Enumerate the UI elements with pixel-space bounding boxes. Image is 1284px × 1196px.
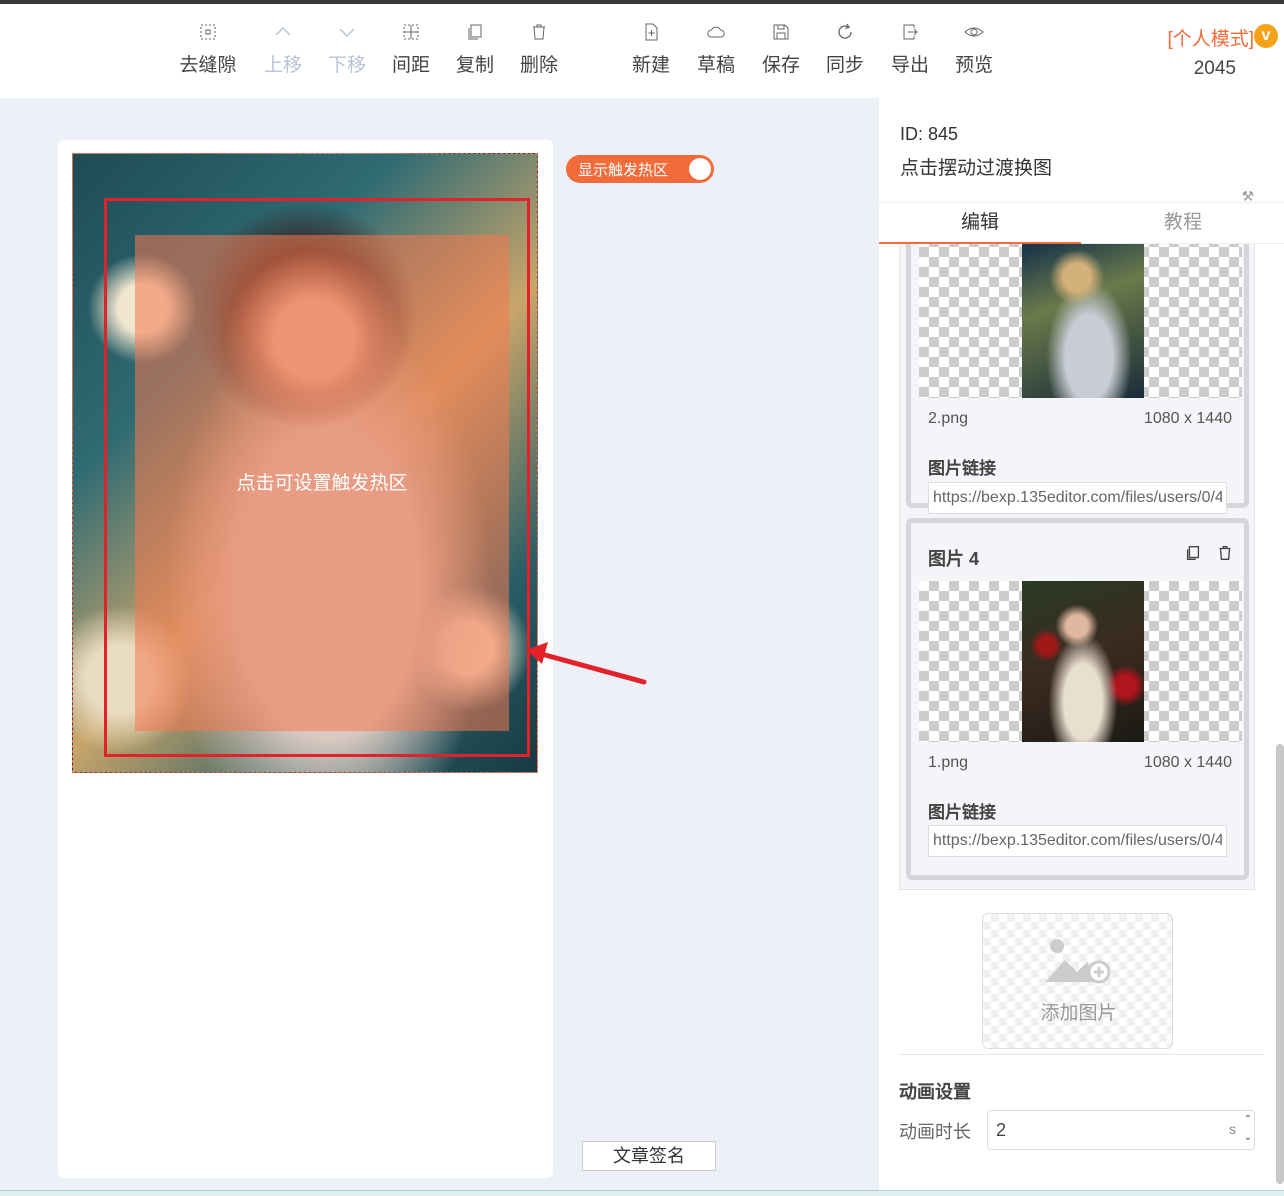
cloud-icon	[684, 22, 748, 48]
export-icon	[878, 22, 942, 48]
tool-label: 同步	[825, 55, 864, 76]
image-preview	[919, 244, 1242, 398]
tool-label: 预览	[954, 55, 993, 76]
file-name: 2.png	[928, 410, 969, 427]
add-image-label: 添加图片	[1040, 1003, 1117, 1024]
hotspot-text: 点击可设置触发热区	[236, 473, 408, 494]
tool-label: 间距	[391, 55, 430, 76]
add-image-icon	[1045, 939, 1111, 984]
tool-label: 草稿	[696, 55, 735, 76]
file-name: 1.png	[928, 754, 969, 771]
copy-icon	[443, 22, 507, 48]
panel-tabs: 编辑 教程	[879, 202, 1284, 244]
image-link-input[interactable]	[928, 825, 1227, 857]
tool-label: 导出	[890, 55, 929, 76]
image-card: 2.png 1080 x 1440 图片链接	[906, 244, 1249, 514]
chevron-up-icon	[251, 22, 315, 48]
move-up-button[interactable]: 上移	[251, 22, 315, 77]
toggle-knob	[689, 158, 711, 180]
preview-button[interactable]: 预览	[942, 22, 1006, 77]
show-hotspot-toggle[interactable]: 显示触发热区	[566, 155, 714, 183]
sync-button[interactable]: 同步	[813, 22, 877, 77]
spacing-button[interactable]: 间距	[379, 22, 443, 77]
image-preview	[919, 581, 1242, 742]
new-button[interactable]: 新建	[619, 22, 683, 77]
file-size: 1080 x 1440	[1143, 754, 1232, 771]
image-card: 图片 4 1.png 1080 x 1440 图片链接	[906, 518, 1249, 880]
tool-label: 下移	[327, 55, 366, 76]
delete-button[interactable]: 删除	[507, 22, 571, 77]
duration-stepper[interactable]: ⌃ ⌄	[1242, 1111, 1254, 1151]
image-list: 2.png 1080 x 1440 图片链接 图片 4 1.png 1080 x…	[899, 244, 1255, 890]
image-link-label: 图片链接	[928, 459, 996, 478]
trash-icon	[507, 22, 571, 48]
trash-icon[interactable]	[1216, 543, 1234, 568]
file-size: 1080 x 1440	[1143, 410, 1232, 427]
tool-label: 新建	[631, 55, 670, 76]
animation-duration-label: 动画时长	[899, 1122, 971, 1142]
tool-label: 删除	[519, 55, 558, 76]
card-title: 图片 4	[928, 549, 980, 569]
panel-scrollbar[interactable]	[1276, 744, 1284, 1184]
save-button[interactable]: 保存	[749, 22, 813, 77]
count-display: 2045	[1193, 58, 1236, 79]
copy-button[interactable]: 复制	[443, 22, 507, 77]
vip-badge[interactable]: v	[1254, 24, 1278, 48]
right-panel: ID: 845 点击摆动过渡换图 ⚒ 编辑 教程 2.png 1080 x 14…	[879, 98, 1284, 1190]
image-link-input[interactable]	[928, 482, 1227, 514]
tab-tutorial[interactable]: 教程	[1082, 203, 1284, 244]
animation-settings-title: 动画设置	[899, 1082, 971, 1102]
chevron-down-icon	[315, 22, 379, 48]
tool-label: 复制	[455, 55, 494, 76]
image-thumbnail[interactable]	[1022, 581, 1144, 742]
draft-button[interactable]: 草稿	[684, 22, 748, 77]
tab-edit[interactable]: 编辑	[879, 203, 1081, 244]
image-thumbnail[interactable]	[1022, 244, 1144, 398]
component-id: ID: 845	[900, 124, 959, 144]
copy-icon[interactable]	[1184, 543, 1202, 568]
toggle-label: 显示触发热区	[578, 162, 669, 179]
sync-icon	[813, 22, 877, 48]
pointer-arrow-icon	[526, 642, 647, 685]
gap-icon	[176, 22, 240, 48]
image-link-label: 图片链接	[928, 803, 996, 822]
component-name: 点击摆动过渡换图	[900, 158, 1053, 179]
spacing-icon	[379, 22, 443, 48]
add-image-button[interactable]: 添加图片	[982, 913, 1173, 1049]
duration-value: 2	[996, 1120, 1007, 1140]
eye-icon	[942, 22, 1006, 48]
personal-mode-link[interactable]: [个人模式]	[1167, 24, 1254, 51]
bottom-strip	[0, 1190, 1284, 1196]
export-button[interactable]: 导出	[878, 22, 942, 77]
tool-label: 去缝隙	[179, 55, 237, 76]
move-down-button[interactable]: 下移	[315, 22, 379, 77]
panel-scroll-area[interactable]: 2.png 1080 x 1440 图片链接 图片 4 1.png 1080 x…	[879, 244, 1284, 1190]
save-icon	[749, 22, 813, 48]
new-file-icon	[619, 22, 683, 48]
tool-label: 保存	[761, 55, 800, 76]
animation-duration-input[interactable]: 2 s ⌃ ⌄	[987, 1110, 1255, 1150]
divider	[899, 1054, 1264, 1055]
duration-unit: s	[1229, 1121, 1236, 1137]
article-signature-button[interactable]: 文章签名	[582, 1141, 716, 1171]
toolbar: 去缝隙 上移 下移 间距 复制 删除 新建 草稿 保存 同步 导出 预览 [个人…	[0, 4, 1284, 98]
tool-label: 上移	[263, 55, 302, 76]
remove-gap-button[interactable]: 去缝隙	[176, 22, 240, 77]
